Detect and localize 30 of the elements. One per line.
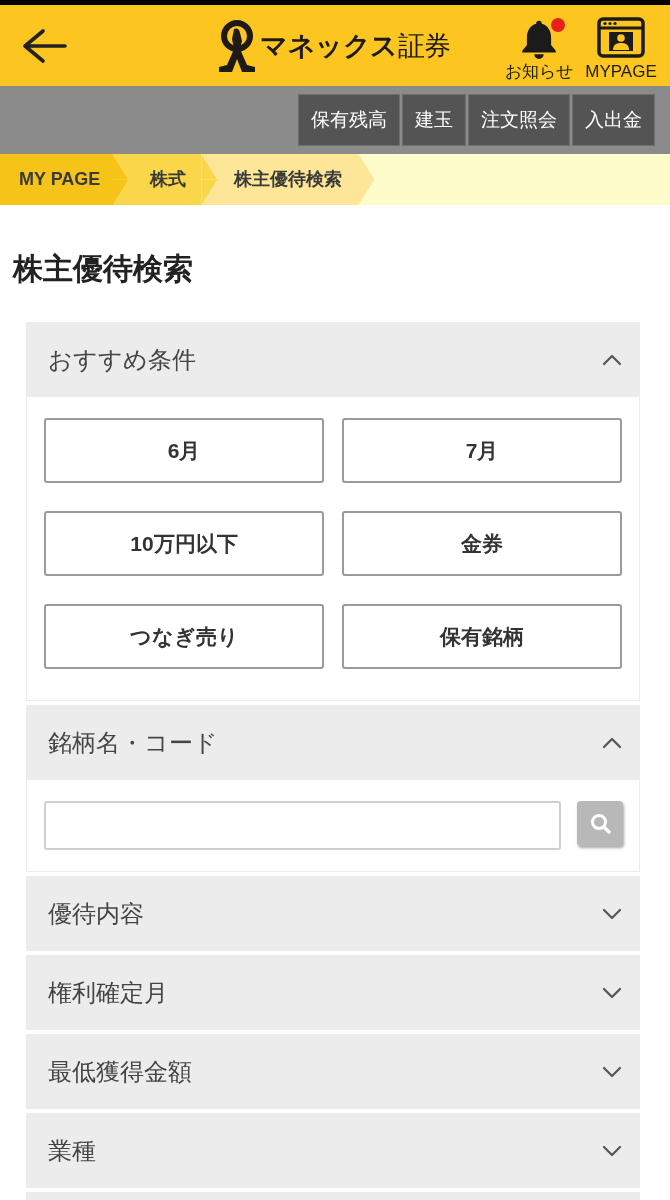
nav-button[interactable]: 注文照会	[468, 94, 570, 146]
nav-button[interactable]: 保有残高	[298, 94, 400, 146]
option-button[interactable]: 保有銘柄	[342, 604, 622, 669]
browser-window-person-icon	[597, 17, 645, 58]
accordion-header[interactable]: 銘柄名・コード	[26, 705, 640, 780]
accordion-header[interactable]: 業種	[26, 1113, 640, 1188]
option-button[interactable]: 金券	[342, 511, 622, 576]
nav-button[interactable]: 建玉	[402, 94, 466, 146]
logo-figure-icon	[217, 19, 258, 72]
breadcrumb-link[interactable]: MY PAGE	[0, 154, 113, 205]
page-title: 株主優待検索	[13, 251, 193, 287]
accordion-header[interactable]: おすすめ条件	[26, 322, 640, 397]
mypage-button[interactable]: MYPAGE	[584, 17, 658, 83]
breadcrumb-link[interactable]: 株式	[112, 154, 202, 205]
logo-text: マネックス証券	[260, 29, 451, 63]
option-button[interactable]: 6月	[44, 418, 324, 483]
bell-icon	[521, 19, 557, 59]
breadcrumb-link[interactable]: 株主優待検索	[201, 154, 375, 205]
accordion-header[interactable]: 権利確定月	[26, 955, 640, 1030]
option-button[interactable]: つなぎ売り	[44, 604, 324, 669]
search-field[interactable]	[44, 801, 561, 850]
option-button[interactable]: 10万円以下	[44, 511, 324, 576]
accordion-header[interactable]: 優待内容	[26, 876, 640, 951]
back-arrow-icon	[21, 27, 67, 64]
notifications-button[interactable]: お知らせ	[502, 17, 576, 83]
option-button[interactable]: 7月	[342, 418, 622, 483]
accordion-header[interactable]: 最低獲得金額	[26, 1034, 640, 1109]
nav-button[interactable]: 入出金	[572, 94, 655, 146]
search-icon	[589, 813, 611, 834]
search-button[interactable]	[577, 801, 623, 846]
